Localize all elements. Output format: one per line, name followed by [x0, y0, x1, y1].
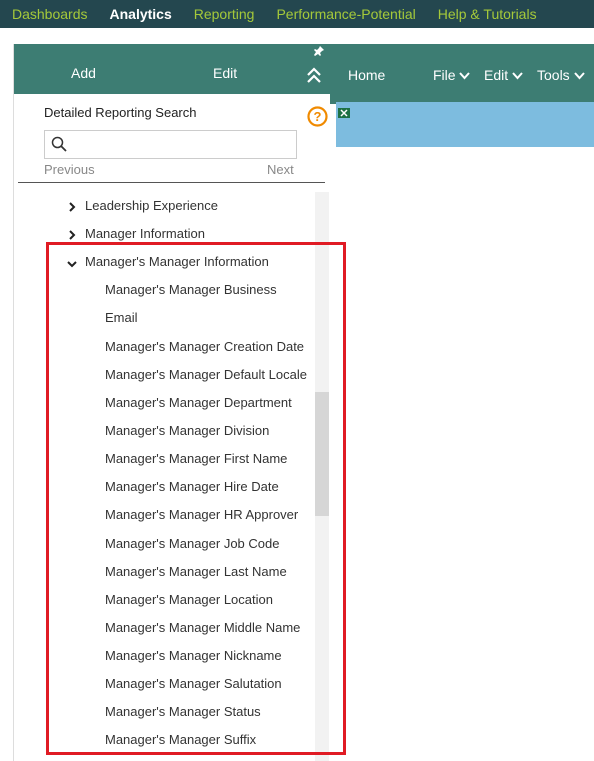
- right-panel-header: Home File Edit Tools: [330, 44, 594, 104]
- tab-add[interactable]: Add: [71, 65, 96, 81]
- top-navigation: Dashboards Analytics Reporting Performan…: [0, 0, 594, 28]
- menu-home[interactable]: Home: [348, 67, 385, 83]
- nav-performance-potential[interactable]: Performance-Potential: [276, 6, 415, 22]
- excel-icon[interactable]: [338, 105, 350, 118]
- chevron-right-icon[interactable]: [67, 199, 77, 212]
- chevron-down-icon: [459, 72, 471, 80]
- menu-tools[interactable]: Tools: [537, 67, 585, 83]
- chevron-down-icon: [573, 72, 585, 80]
- pin-icon[interactable]: [314, 46, 326, 58]
- collapse-up-icon[interactable]: [306, 66, 322, 84]
- menu-tools-label: Tools: [537, 67, 570, 83]
- menu-file-label: File: [433, 67, 456, 83]
- menu-edit[interactable]: Edit: [484, 67, 523, 83]
- svg-text:?: ?: [314, 109, 322, 124]
- previous-link[interactable]: Previous: [44, 162, 95, 177]
- tree-item-manager-information[interactable]: Manager Information: [85, 226, 205, 241]
- divider: [18, 182, 325, 183]
- search-input[interactable]: [44, 130, 297, 159]
- menu-file[interactable]: File: [433, 67, 471, 83]
- next-link[interactable]: Next: [267, 162, 294, 177]
- nav-analytics[interactable]: Analytics: [110, 6, 172, 22]
- chevron-right-icon[interactable]: [67, 227, 77, 240]
- chevron-down-icon: [512, 72, 523, 80]
- tab-edit[interactable]: Edit: [213, 65, 237, 81]
- nav-reporting[interactable]: Reporting: [194, 6, 255, 22]
- nav-dashboards[interactable]: Dashboards: [12, 6, 88, 22]
- search-icon: [51, 136, 67, 152]
- left-panel-header: Add Edit: [14, 44, 330, 94]
- help-icon[interactable]: ?: [307, 106, 328, 127]
- tree-item-leadership-experience[interactable]: Leadership Experience: [85, 198, 218, 213]
- report-banner: [336, 102, 594, 147]
- nav-help-tutorials[interactable]: Help & Tutorials: [438, 6, 537, 22]
- right-panel: Home File Edit Tools: [330, 44, 594, 761]
- menu-edit-label: Edit: [484, 67, 509, 83]
- highlight-box: [46, 242, 346, 755]
- search-label: Detailed Reporting Search: [44, 105, 197, 120]
